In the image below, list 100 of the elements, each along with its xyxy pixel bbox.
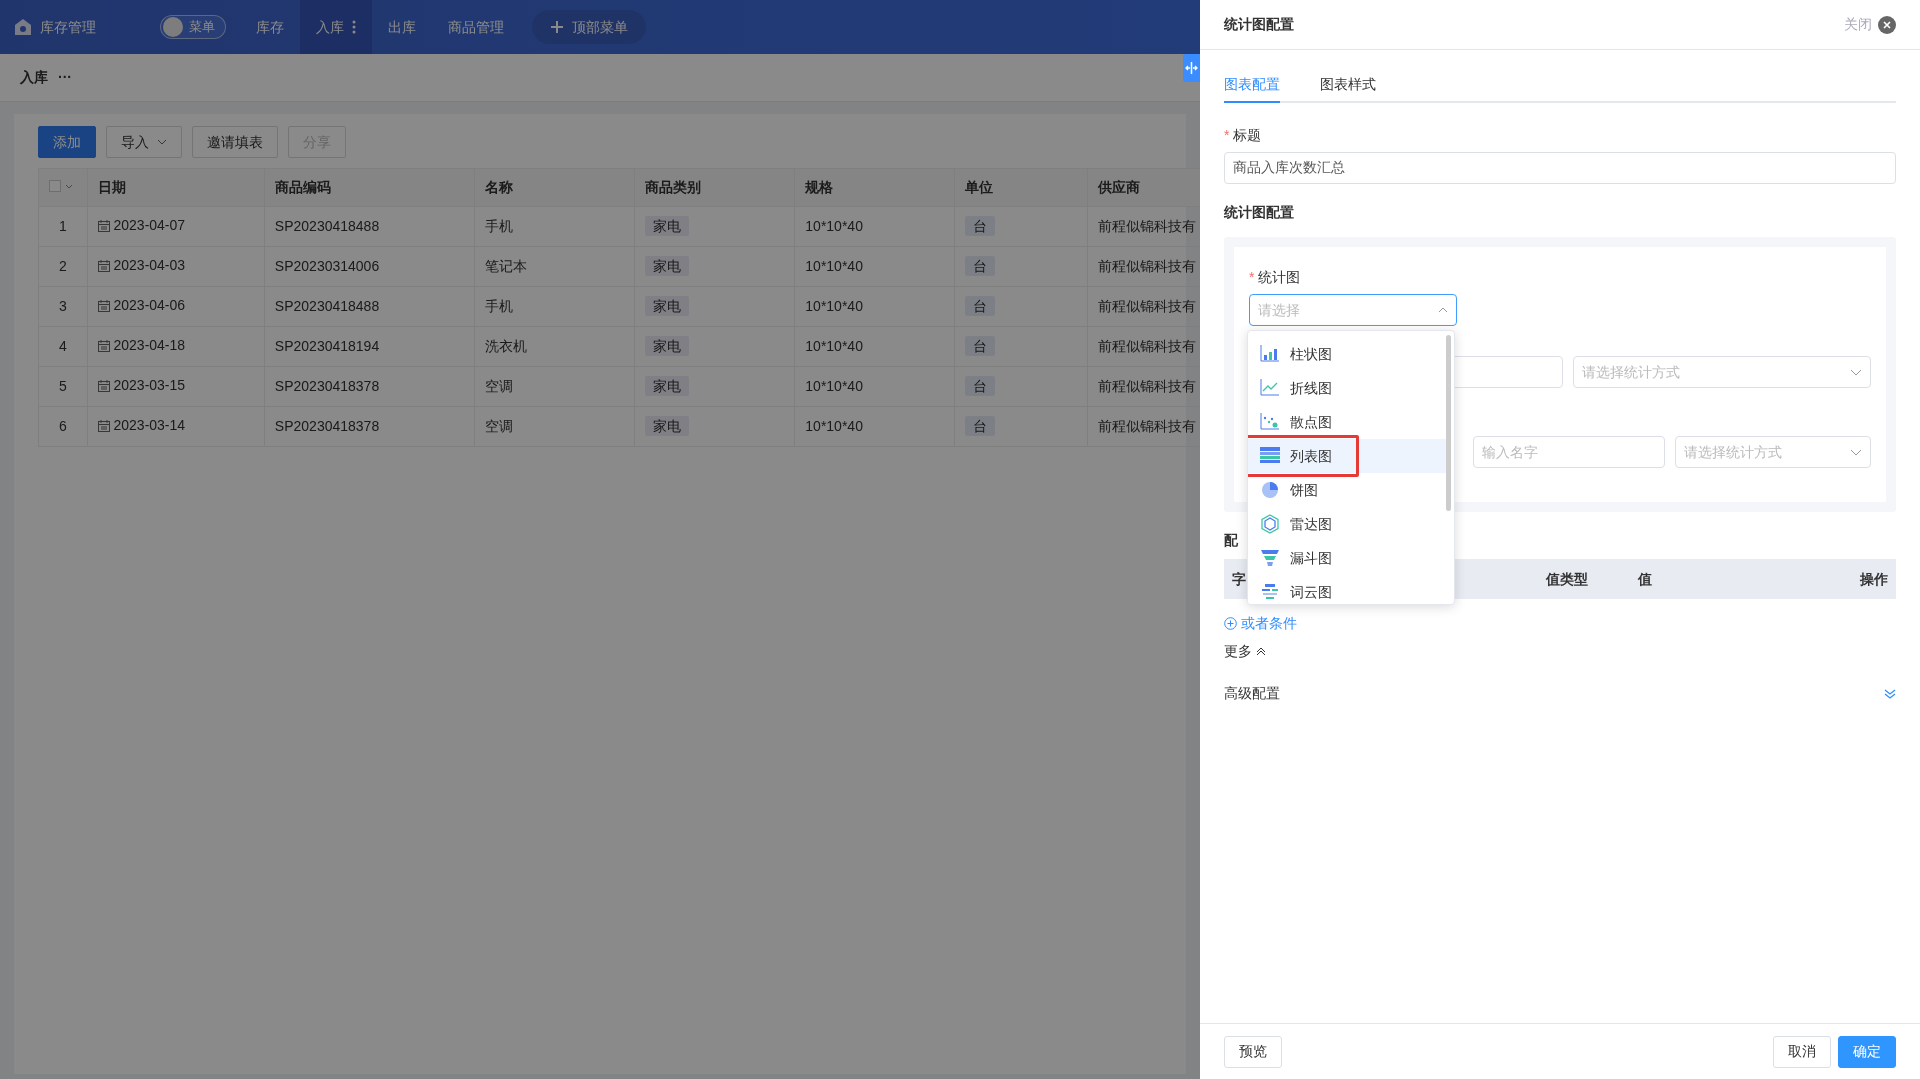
- unit-tag: 台: [965, 296, 996, 316]
- calendar-icon: [98, 219, 110, 232]
- page-title: 入库: [20, 68, 48, 87]
- add-circle-icon: [1224, 617, 1237, 630]
- unit-tag: 台: [965, 256, 996, 276]
- caret-icon: [64, 183, 73, 189]
- required-mark: *: [1249, 268, 1255, 287]
- cancel-button[interactable]: 取消: [1773, 1035, 1831, 1068]
- title-field[interactable]: 商品入库次数汇总: [1224, 152, 1896, 184]
- unit-tag: 台: [965, 376, 996, 396]
- table-cell: 10*10*40: [794, 366, 955, 407]
- calendar-icon: [98, 299, 110, 312]
- table-cell: SP20230418194: [264, 326, 475, 367]
- row-number: 6: [38, 406, 88, 447]
- pie-chart-icon: [1260, 480, 1280, 500]
- confirm-button[interactable]: 确定: [1838, 1035, 1896, 1068]
- tab[interactable]: 图表配置: [1224, 74, 1280, 103]
- table-cell: 10*10*40: [794, 246, 955, 287]
- table-cell: 10*10*40: [794, 206, 955, 247]
- category-tag: 家电: [644, 296, 689, 316]
- close-icon: [1883, 20, 1891, 29]
- nav-tab[interactable]: 出库: [372, 0, 432, 54]
- more-toggle[interactable]: 更多: [1224, 641, 1266, 662]
- row-number: 5: [38, 366, 88, 407]
- unit-tag: 台: [965, 416, 996, 436]
- toolbar-button[interactable]: 导入: [106, 126, 182, 158]
- home-icon: [14, 18, 32, 36]
- column-header: 商品类别: [634, 168, 795, 207]
- row-number: 3: [38, 286, 88, 327]
- column-header: 供应商: [1087, 168, 1200, 207]
- row-number: 1: [38, 206, 88, 247]
- word-cloud-icon: [1260, 582, 1280, 602]
- caret-icon: [157, 139, 167, 145]
- plus-icon: [550, 20, 564, 34]
- column-header: 值: [1638, 569, 1652, 589]
- table-cell: 空调: [474, 366, 634, 407]
- column-header: 商品编码: [264, 168, 475, 207]
- calendar-icon: [98, 259, 110, 272]
- column-header: 日期: [87, 168, 265, 207]
- column-header: 单位: [954, 168, 1088, 207]
- table-cell: SP20230418488: [264, 286, 475, 327]
- dropdown-option[interactable]: 列表图: [1248, 439, 1448, 473]
- category-tag: 家电: [644, 336, 689, 356]
- table-icon: [1260, 446, 1280, 466]
- nav-tab[interactable]: 入库: [300, 0, 372, 54]
- app-title: 库存管理: [40, 17, 96, 37]
- chevron-up-icon: [1256, 647, 1266, 656]
- table-cell: 手机: [474, 206, 634, 247]
- unit-tag: 台: [965, 216, 996, 236]
- column-header: 规格: [794, 168, 955, 207]
- table-cell-text: 2023-03-15: [113, 376, 186, 396]
- funnel-icon: [1260, 548, 1280, 568]
- dropdown-option[interactable]: 词云图: [1248, 575, 1448, 604]
- resize-icon: [1185, 62, 1198, 74]
- placeholder-text: 请选择统计方式: [1684, 442, 1782, 462]
- table-cell: 笔记本: [474, 246, 634, 287]
- unit-tag: 台: [965, 336, 996, 356]
- menu-toggle[interactable]: 菜单: [160, 15, 226, 39]
- table-cell: 空调: [474, 406, 634, 447]
- category-tag: 家电: [644, 376, 689, 396]
- toolbar-button[interactable]: 邀请填表: [192, 126, 278, 158]
- chevron-down-icon: [1850, 368, 1862, 376]
- table-cell-text: 2023-03-14: [113, 416, 186, 436]
- section-title: 高级配置: [1224, 684, 1280, 703]
- category-tag: 家电: [644, 256, 689, 276]
- more-button[interactable]: ···: [58, 67, 72, 88]
- field-label: 标题: [1233, 126, 1262, 145]
- resize-handle[interactable]: [1183, 54, 1200, 82]
- name-field[interactable]: 输入名字: [1473, 436, 1665, 468]
- add-menu-button[interactable]: 顶部菜单: [532, 10, 646, 44]
- toolbar-button[interactable]: 添加: [38, 126, 96, 158]
- table-cell: 10*10*40: [794, 286, 955, 327]
- placeholder-text: 请选择统计方式: [1582, 362, 1680, 382]
- select-all-checkbox[interactable]: [49, 180, 61, 192]
- column-header: 名称: [474, 168, 634, 207]
- scrollbar[interactable]: [1446, 335, 1451, 511]
- drawer-title: 统计图配置: [1224, 15, 1294, 34]
- nav-tab[interactable]: 商品管理: [432, 0, 520, 54]
- table-cell: 手机: [474, 286, 634, 327]
- row-number: 4: [38, 326, 88, 367]
- nav-tab[interactable]: 库存: [240, 0, 300, 54]
- category-tag: 家电: [644, 216, 689, 236]
- expand-icon: [1884, 687, 1896, 700]
- tab[interactable]: 图表样式: [1320, 74, 1376, 103]
- line-chart-icon: [1260, 378, 1280, 398]
- or-condition-link[interactable]: 或者条件: [1224, 613, 1297, 634]
- hexagon-icon: [1260, 514, 1280, 534]
- table-cell: SP20230314006: [264, 246, 475, 287]
- field-label: 统计图: [1258, 268, 1301, 287]
- table-cell: SP20230418378: [264, 406, 475, 447]
- table-cell-text: 2023-04-07: [113, 216, 186, 236]
- column-header: 值类型: [1546, 569, 1588, 589]
- bar-chart-icon: [1260, 344, 1280, 364]
- table-cell: 10*10*40: [794, 406, 955, 447]
- column-header: 字: [1232, 569, 1246, 589]
- table-cell-text: 2023-04-18: [113, 336, 186, 356]
- calendar-icon: [98, 339, 110, 352]
- row-number: 2: [38, 246, 88, 287]
- preview-button[interactable]: 预览: [1224, 1035, 1282, 1068]
- table-cell: 洗衣机: [474, 326, 634, 367]
